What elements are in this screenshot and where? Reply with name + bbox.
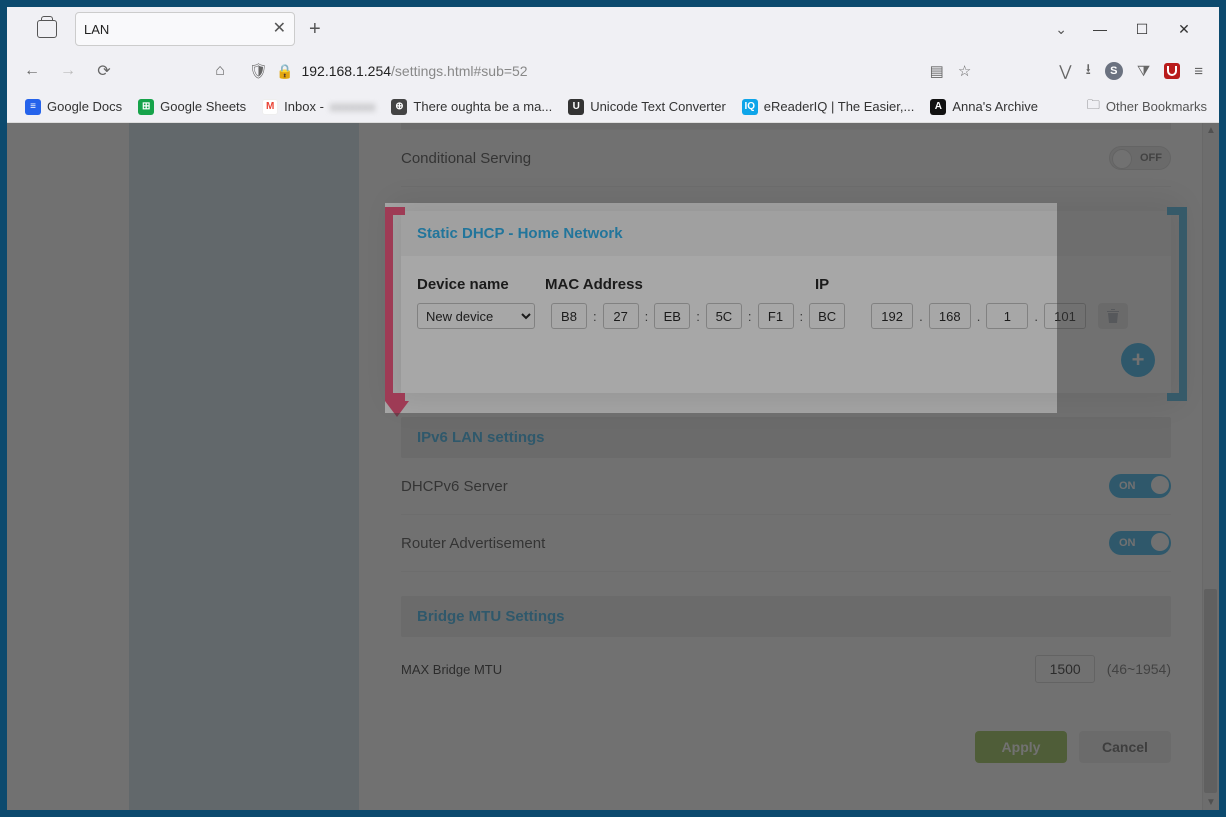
bookmark-gsheets[interactable]: ⊞Google Sheets	[132, 97, 252, 117]
ip-octet-3[interactable]	[986, 303, 1028, 329]
page-viewport: Conditional Serving OFF Static DHCP - Ho…	[7, 123, 1219, 810]
minimize-icon[interactable]: —	[1091, 21, 1109, 37]
bookmark-oughta[interactable]: ⊕There oughta be a ma...	[385, 97, 558, 117]
ip-octet-2[interactable]	[929, 303, 971, 329]
mac-octet-4[interactable]	[706, 303, 742, 329]
address-bar: ← → ⟳ ⌂ 🛡 🔒 192.168.1.254/settings.html#…	[7, 51, 1219, 91]
bookmarks-bar: ≡Google Docs ⊞Google Sheets MInbox - xxx…	[7, 91, 1219, 123]
mac-octet-1[interactable]	[551, 303, 587, 329]
bookmark-anna[interactable]: AAnna's Archive	[924, 97, 1044, 117]
maximize-icon[interactable]: ☐	[1133, 21, 1151, 38]
account-icon[interactable]: S	[1105, 62, 1123, 80]
ip-octet-1[interactable]	[871, 303, 913, 329]
new-tab-button[interactable]: +	[303, 18, 327, 41]
other-bookmarks[interactable]: 🗀Other Bookmarks	[1087, 96, 1207, 118]
router-adv-label: Router Advertisement	[401, 535, 545, 552]
cancel-button[interactable]: Cancel	[1079, 731, 1171, 763]
ip-octet-4[interactable]	[1044, 303, 1086, 329]
mtu-label: MAX Bridge MTU	[401, 662, 502, 677]
conditional-serving-label: Conditional Serving	[401, 150, 531, 167]
url-bar[interactable]: 🛡 🔒 192.168.1.254/settings.html#sub=52	[249, 62, 914, 80]
col-ip: IP	[815, 276, 1155, 293]
col-mac-address: MAC Address	[545, 276, 815, 293]
bookmark-inbox[interactable]: MInbox - xxxxxxx	[256, 97, 381, 117]
pocket-icon[interactable]: ⋁	[1059, 62, 1071, 80]
scrollbar-thumb[interactable]	[1204, 589, 1217, 793]
mac-octet-5[interactable]	[758, 303, 794, 329]
close-tab-icon[interactable]: ✕	[273, 21, 286, 37]
shield-icon[interactable]: 🛡	[249, 62, 268, 80]
extensions-icon[interactable]: ⧩	[1137, 63, 1150, 80]
static-dhcp-row: New device : : : : : .	[417, 303, 1155, 329]
apply-button[interactable]: Apply	[975, 731, 1067, 763]
conditional-serving-row: Conditional Serving OFF	[401, 129, 1171, 187]
bookmark-star-icon[interactable]: ☆	[958, 62, 971, 80]
tab-bar: LAN ✕ + ⌄ — ☐ ✕	[7, 7, 1219, 51]
dhcpv6-row: DHCPv6 Server ON	[401, 458, 1171, 515]
highlight-bracket-left	[385, 207, 405, 401]
static-dhcp-highlight: Static DHCP - Home Network Device name M…	[401, 211, 1171, 393]
add-row-button[interactable]: +	[1121, 343, 1155, 377]
settings-main: Conditional Serving OFF Static DHCP - Ho…	[359, 123, 1219, 810]
delete-row-button[interactable]	[1098, 303, 1128, 329]
mac-octet-3[interactable]	[654, 303, 690, 329]
bookmark-unicode[interactable]: UUnicode Text Converter	[562, 97, 732, 117]
mtu-section-header: Bridge MTU Settings	[401, 596, 1171, 637]
address-bar-icons: ▤ ☆ ⋁ ⭳ S ⧩ ≡	[930, 59, 1203, 84]
ipv6-section-header: IPv6 LAN settings	[401, 417, 1171, 458]
url-text: 192.168.1.254/settings.html#sub=52	[301, 63, 527, 79]
folder-icon: 🗀	[1087, 96, 1100, 118]
settings-sidebar	[129, 123, 359, 810]
insecure-lock-icon[interactable]: 🔒	[276, 63, 293, 80]
reload-icon[interactable]: ⟳	[91, 61, 117, 81]
highlight-bracket-right	[1167, 207, 1187, 401]
bookmark-gdocs[interactable]: ≡Google Docs	[19, 97, 128, 117]
browser-tab[interactable]: LAN ✕	[75, 12, 295, 46]
static-dhcp-card: Static DHCP - Home Network Device name M…	[401, 211, 1171, 393]
mac-octet-2[interactable]	[603, 303, 639, 329]
mtu-row: MAX Bridge MTU (46~1954)	[401, 637, 1171, 701]
dhcpv6-toggle[interactable]: ON	[1109, 474, 1171, 498]
bookmark-ereader[interactable]: IQeReaderIQ | The Easier,...	[736, 97, 921, 117]
forward-icon: →	[55, 62, 81, 80]
router-adv-toggle[interactable]: ON	[1109, 531, 1171, 555]
ublock-icon[interactable]	[1164, 63, 1180, 79]
mtu-input[interactable]	[1035, 655, 1095, 683]
close-window-icon[interactable]: ✕	[1175, 21, 1193, 38]
mtu-range: (46~1954)	[1107, 661, 1171, 677]
tab-title: LAN	[84, 22, 265, 37]
scroll-down-icon[interactable]: ▼	[1203, 797, 1219, 808]
downloads-icon[interactable]: ⭳	[1086, 59, 1091, 84]
menu-icon[interactable]: ≡	[1194, 63, 1203, 80]
router-adv-row: Router Advertisement ON	[401, 515, 1171, 572]
trash-icon	[1106, 308, 1120, 324]
conditional-serving-toggle[interactable]: OFF	[1109, 146, 1171, 170]
dhcpv6-label: DHCPv6 Server	[401, 478, 508, 495]
sidebar-toggle-icon[interactable]	[37, 20, 57, 38]
reader-mode-icon[interactable]: ▤	[930, 62, 944, 80]
back-icon[interactable]: ←	[19, 62, 45, 80]
vertical-scrollbar[interactable]: ▲ ▼	[1202, 123, 1219, 810]
home-icon[interactable]: ⌂	[207, 62, 233, 80]
device-name-select[interactable]: New device	[417, 303, 535, 329]
mac-octet-6[interactable]	[809, 303, 845, 329]
list-tabs-icon[interactable]: ⌄	[1055, 21, 1067, 38]
scroll-up-icon[interactable]: ▲	[1203, 125, 1219, 136]
col-device-name: Device name	[417, 276, 545, 293]
static-dhcp-title: Static DHCP - Home Network	[401, 211, 1171, 256]
browser-window: LAN ✕ + ⌄ — ☐ ✕ ← → ⟳ ⌂ 🛡 🔒 192.168.1.25…	[7, 7, 1219, 810]
